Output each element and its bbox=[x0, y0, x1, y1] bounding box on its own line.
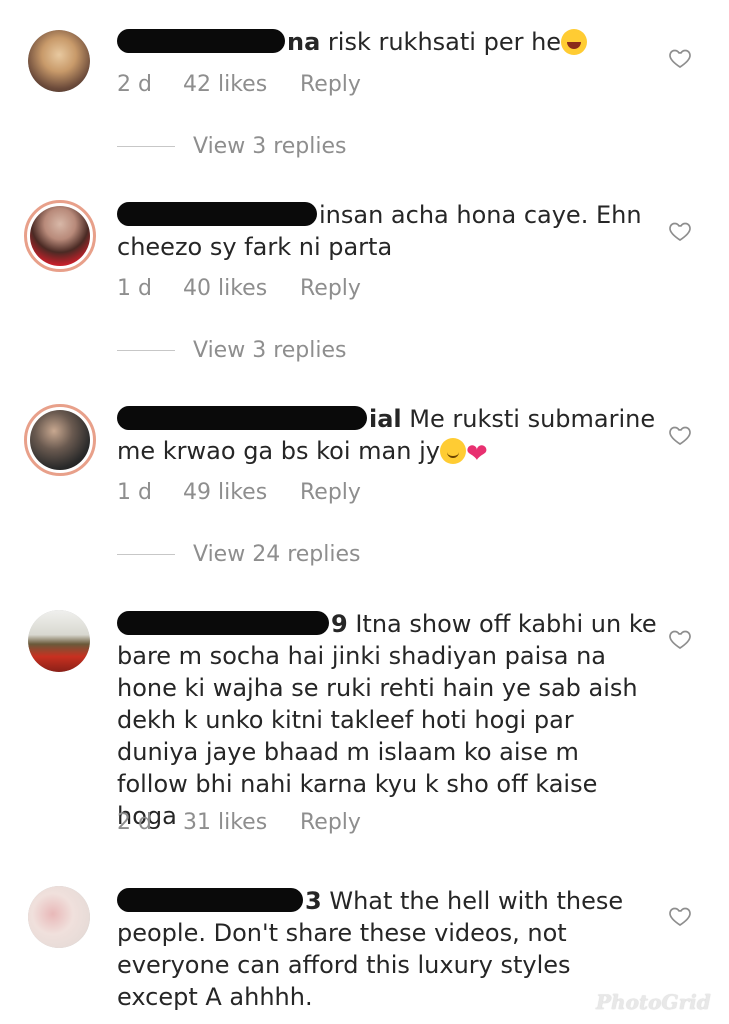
username[interactable]: ial bbox=[369, 405, 402, 433]
reply-button[interactable]: Reply bbox=[300, 276, 361, 301]
heart-outline-icon[interactable] bbox=[668, 46, 692, 70]
avatar[interactable] bbox=[28, 886, 90, 948]
comment-body: Itna show off kabhi un ke bare m socha h… bbox=[117, 610, 657, 830]
comment-meta: 1 d 49 likes Reply bbox=[117, 480, 361, 505]
reply-button[interactable]: Reply bbox=[300, 72, 361, 97]
timestamp: 2 d bbox=[117, 810, 152, 835]
redacted-username bbox=[117, 202, 317, 226]
username[interactable]: 9 bbox=[331, 610, 348, 638]
broken-heart-emoji: ❤ bbox=[465, 439, 488, 469]
avatar[interactable] bbox=[28, 610, 90, 672]
redacted-username bbox=[117, 406, 367, 430]
divider bbox=[117, 554, 175, 555]
likes-count[interactable]: 42 likes bbox=[183, 72, 300, 97]
view-replies-label: View 3 replies bbox=[193, 134, 347, 159]
likes-count[interactable]: 31 likes bbox=[183, 810, 300, 835]
timestamp: 1 d bbox=[117, 480, 152, 505]
avatar[interactable] bbox=[24, 404, 96, 476]
likes-count[interactable]: 49 likes bbox=[183, 480, 300, 505]
comment-body: risk rukhsati per he bbox=[320, 28, 562, 56]
comment-meta: 2 d 42 likes Reply bbox=[117, 72, 361, 97]
view-replies-button[interactable]: View 3 replies bbox=[117, 338, 346, 363]
avatar[interactable] bbox=[28, 30, 90, 92]
comment-text: 3 What the hell with these people. Don't… bbox=[117, 885, 657, 1013]
reply-button[interactable]: Reply bbox=[300, 810, 361, 835]
view-replies-button[interactable]: View 3 replies bbox=[117, 134, 346, 159]
divider bbox=[117, 350, 175, 351]
likes-count[interactable]: 40 likes bbox=[183, 276, 300, 301]
redacted-username bbox=[117, 29, 285, 53]
timestamp: 1 d bbox=[117, 276, 152, 301]
heart-outline-icon[interactable] bbox=[668, 627, 692, 651]
comment-text: na risk rukhsati per he bbox=[117, 26, 657, 58]
timestamp: 2 d bbox=[117, 72, 152, 97]
comment-text: ial Me ruksti submarine me krwao ga bs k… bbox=[117, 403, 657, 470]
avatar[interactable] bbox=[24, 200, 96, 272]
view-replies-button[interactable]: View 24 replies bbox=[117, 542, 360, 567]
comment-meta: 2 d 31 likes Reply bbox=[117, 810, 361, 835]
view-replies-label: View 3 replies bbox=[193, 338, 347, 363]
heart-outline-icon[interactable] bbox=[668, 423, 692, 447]
heart-outline-icon[interactable] bbox=[668, 904, 692, 928]
heart-outline-icon[interactable] bbox=[668, 219, 692, 243]
redacted-username bbox=[117, 611, 329, 635]
comment-meta: 1 d 40 likes Reply bbox=[117, 276, 361, 301]
photogrid-watermark: PhotoGrid bbox=[596, 990, 711, 1014]
grinning-sweat-emoji bbox=[561, 29, 588, 55]
reply-button[interactable]: Reply bbox=[300, 480, 361, 505]
view-replies-label: View 24 replies bbox=[193, 542, 361, 567]
username[interactable]: 3 bbox=[305, 887, 322, 915]
comment-text: insan acha hona caye. Ehn cheezo sy fark… bbox=[117, 199, 657, 263]
username[interactable]: na bbox=[287, 28, 320, 56]
divider bbox=[117, 146, 175, 147]
smiling-face-emoji bbox=[439, 438, 466, 464]
comment-text: 9 Itna show off kabhi un ke bare m socha… bbox=[117, 608, 657, 832]
redacted-username bbox=[117, 888, 303, 912]
